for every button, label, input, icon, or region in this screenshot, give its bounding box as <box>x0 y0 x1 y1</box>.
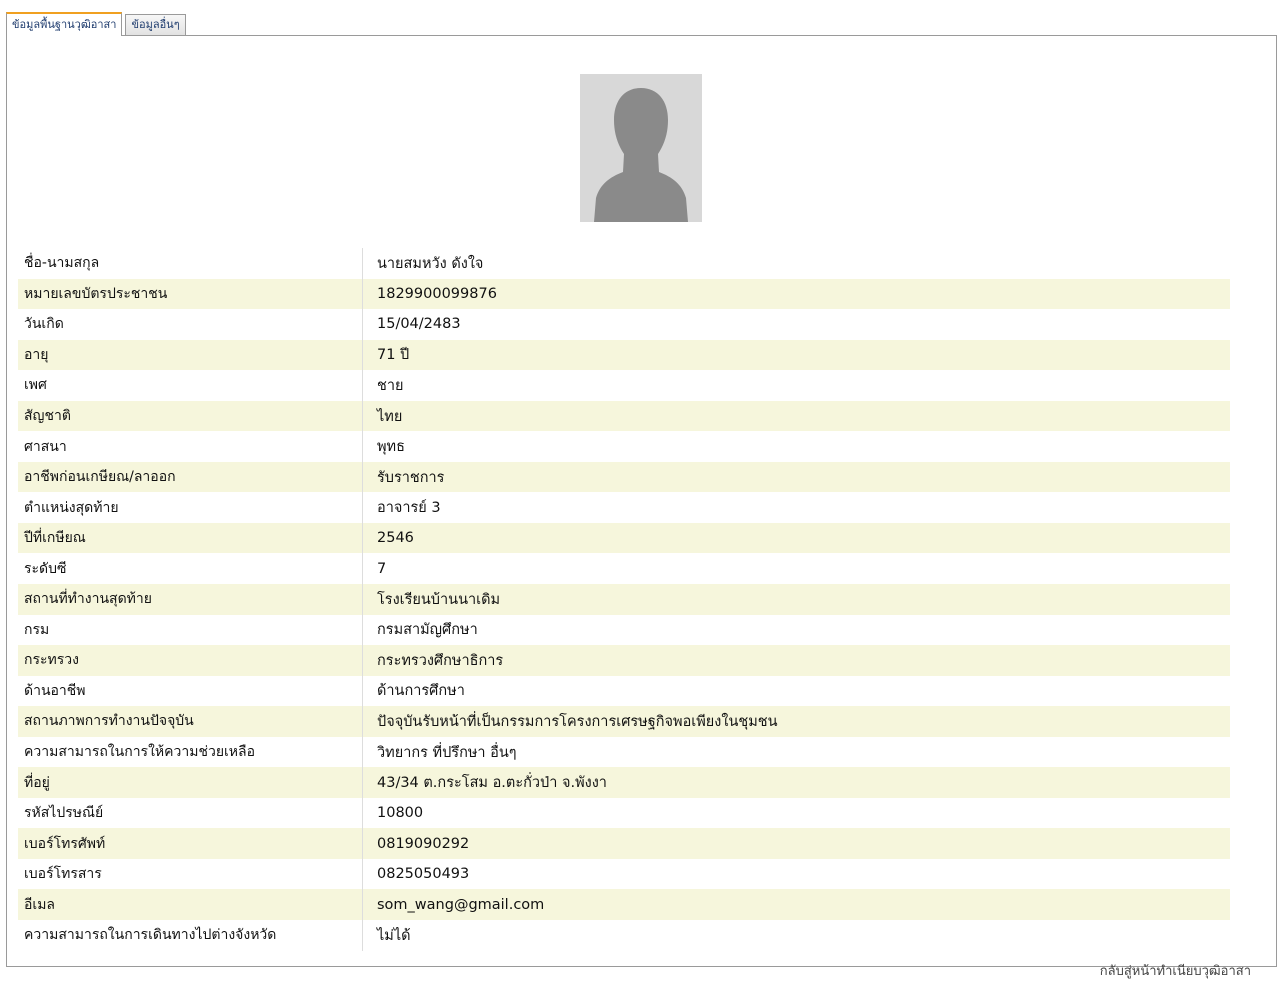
field-label: ศาสนา <box>24 438 67 455</box>
field-label: สถานภาพการทำงานปัจจุบัน <box>18 706 363 737</box>
profile-row: ที่อยู่ 43/34 ต.กระโสม อ.ตะกั่วป่า จ.พังง… <box>18 767 1230 798</box>
field-value: โรงเรียนบ้านนาเดิม <box>362 584 1230 615</box>
profile-row: ความสามารถในการให้ความช่วยเหลือ วิทยากร ท… <box>18 736 1230 768</box>
field-value: วิทยากร ที่ปรึกษา อื่นๆ <box>362 736 1230 768</box>
field-label: ที่อยู่ <box>18 767 363 798</box>
profile-row: สัญชาติ ไทย <box>18 400 1230 432</box>
field-label: ปีที่เกษียณ <box>18 522 363 554</box>
tab-basic-info[interactable]: ข้อมูลพื้นฐานวุฒิอาสา <box>6 12 123 36</box>
profile-row: วันเกิด 15/04/2483 <box>18 309 1230 340</box>
profile-row: อาชีพก่อนเกษียณ/ลาออก รับราชการ <box>18 461 1230 493</box>
profile-row: เพศ ชาย <box>18 370 1230 401</box>
profile-row: อายุ 71 ปี <box>18 339 1230 371</box>
field-value: ด้านการศึกษา <box>362 675 1230 707</box>
profile-table: ชื่อ-นามสกุล นายสมหวัง ดังใจ หมายเลขบัตรปร… <box>18 248 1230 951</box>
field-label: อายุ <box>18 339 363 371</box>
field-value: ปัจจุบันรับหน้าที่เป็นกรรมการโครงการเศรษ… <box>362 706 1230 737</box>
field-value: 43/34 ต.กระโสม อ.ตะกั่วป่า จ.พังงา <box>362 767 1230 798</box>
field-value: รับราชการ <box>362 461 1230 493</box>
field-label: วันเกิด <box>24 316 64 333</box>
field-label: อีเมล <box>18 889 363 921</box>
profile-row: ชื่อ-นามสกุล นายสมหวัง ดังใจ <box>18 248 1230 279</box>
field-value: 1829900099876 <box>362 278 1230 310</box>
profile-row: ศาสนา พุทธ <box>18 431 1230 462</box>
field-label: ด้านอาชีพ <box>24 682 86 699</box>
profile-row: สถานที่ทำงานสุดท้าย โรงเรียนบ้านนาเดิม <box>18 584 1230 615</box>
profile-row: รหัสไปรษณีย์ 10800 <box>18 797 1230 829</box>
field-label: ชื่อ-นามสกุล <box>24 255 100 272</box>
profile-row: เบอร์โทรศัพท์ 0819090292 <box>18 828 1230 859</box>
field-value: 0825050493 <box>362 858 1230 890</box>
field-label: สัญชาติ <box>18 400 363 432</box>
field-label: กระทรวง <box>18 645 363 676</box>
field-label: เบอร์โทรสาร <box>24 866 102 883</box>
field-label: ระดับซี <box>24 560 67 577</box>
field-value: พุทธ <box>362 431 1230 462</box>
field-value: 0819090292 <box>362 828 1230 859</box>
field-value: 71 ปี <box>362 339 1230 371</box>
profile-row: ปีที่เกษียณ 2546 <box>18 522 1230 554</box>
field-value: ไม่ได้ <box>362 920 1230 951</box>
profile-row: ความสามารถในการเดินทางไปต่างจังหวัด ไม่ได… <box>18 920 1230 951</box>
field-label: ความสามารถในการเดินทางไปต่างจังหวัด <box>24 927 277 944</box>
field-label: ความสามารถในการให้ความช่วยเหลือ <box>24 744 256 761</box>
field-value: som_wang@gmail.com <box>362 889 1230 921</box>
profile-row: ด้านอาชีพ ด้านการศึกษา <box>18 675 1230 707</box>
field-value: 15/04/2483 <box>362 309 1230 340</box>
profile-row: อีเมล som_wang@gmail.com <box>18 889 1230 921</box>
field-value: ไทย <box>362 400 1230 432</box>
profile-row: หมายเลขบัตรประชาชน 1829900099876 <box>18 278 1230 310</box>
profile-row: กรม กรมสามัญศึกษา <box>18 614 1230 646</box>
profile-row: เบอร์โทรสาร 0825050493 <box>18 858 1230 890</box>
profile-row: ตำแหน่งสุดท้าย อาจารย์ 3 <box>18 492 1230 523</box>
field-label: ตำแหน่งสุดท้าย <box>24 499 119 516</box>
field-value: นายสมหวัง ดังใจ <box>362 248 1230 279</box>
field-label: เบอร์โทรศัพท์ <box>18 828 363 859</box>
field-label: หมายเลขบัตรประชาชน <box>18 278 363 310</box>
field-label: รหัสไปรษณีย์ <box>24 805 104 822</box>
avatar-placeholder-icon <box>580 74 702 222</box>
profile-row: สถานภาพการทำงานปัจจุบัน ปัจจุบันรับหน้าที… <box>18 706 1230 737</box>
field-value: อาจารย์ 3 <box>362 492 1230 523</box>
tab-other-info[interactable]: ข้อมูลอื่นๆ <box>125 14 186 35</box>
profile-row: กระทรวง กระทรวงศึกษาธิการ <box>18 645 1230 676</box>
tab-panel: ชื่อ-นามสกุล นายสมหวัง ดังใจ หมายเลขบัตรปร… <box>6 35 1277 967</box>
field-value: 10800 <box>362 797 1230 829</box>
field-value: กระทรวงศึกษาธิการ <box>362 645 1230 676</box>
field-label: สถานที่ทำงานสุดท้าย <box>18 584 363 615</box>
field-label: เพศ <box>24 377 47 394</box>
field-label: กรม <box>24 621 50 638</box>
back-to-directory-link[interactable]: กลับสู่หน้าทำเนียบวุฒิอาสา <box>1100 960 1251 981</box>
field-label: อาชีพก่อนเกษียณ/ลาออก <box>18 461 363 493</box>
field-value: 2546 <box>362 522 1230 554</box>
field-value: กรมสามัญศึกษา <box>362 614 1230 646</box>
profile-row: ระดับซี 7 <box>18 553 1230 585</box>
field-value: 7 <box>362 553 1230 585</box>
field-value: ชาย <box>362 370 1230 401</box>
tab-bar: ข้อมูลพื้นฐานวุฒิอาสา ข้อมูลอื่นๆ <box>6 12 186 36</box>
